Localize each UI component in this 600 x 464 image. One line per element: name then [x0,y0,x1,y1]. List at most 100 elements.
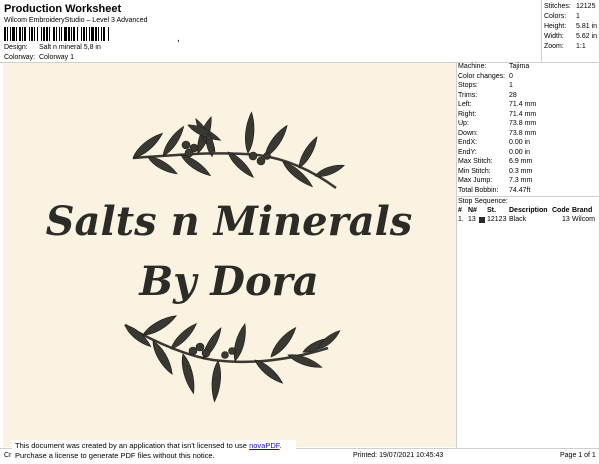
stat-row: Stitches: 12125 [544,3,600,13]
stat-label: Height: [544,23,567,30]
col-header-num: # [458,207,462,214]
stat-row: Zoom: 1:1 [544,43,600,53]
info-value: 6.9 mm [509,158,533,165]
embroidery-artwork: Salts n Minerals By Dora [46,111,413,403]
cell-description: Black [509,216,527,223]
bottom-branch [121,311,343,403]
info-label: Max Stitch: [458,158,493,165]
info-label: Machine: [458,63,487,70]
info-value: 0 [509,72,513,80]
stop-sequence-title: Stop Sequence: [458,198,508,205]
stat-label: Width: [544,33,564,40]
info-label: Stops: [458,82,478,89]
info-row: Color changes: 0 [458,73,600,83]
notice-period: . [279,441,282,450]
info-value: 73.8 mm [509,129,537,137]
novapdf-link[interactable]: novaPDF [249,441,279,450]
stat-label: Stitches: [544,3,571,10]
info-value: 0.00 in [509,139,531,146]
stat-value: 12125 [576,3,596,10]
info-row: Up: 73.8 mm [458,120,600,130]
divider [456,62,457,449]
info-value: 73.8 mm [509,120,537,127]
col-header-st: St. [487,207,496,214]
divider [541,0,542,62]
stat-value: 5.81 in [576,23,598,30]
info-row: Right: 71.4 mm [458,111,600,121]
notice-text: This document was created by an applicat… [15,441,250,450]
stat-value: 5.62 in [576,33,598,40]
cell-n: 13 [468,216,476,223]
design-row: Design: Salt n mineral 5,8 in [4,44,101,51]
info-value: 71.4 mm [509,101,537,108]
col-header-code: Code [552,207,570,214]
page-title: Production Worksheet [4,3,122,15]
info-row: Stops: 1 [458,82,600,92]
info-row: Max Stitch: 6.9 mm [458,158,600,168]
info-row: Min Stitch: 0.3 mm [458,168,600,178]
artwork-line1: Salts n Minerals [46,198,413,245]
info-row: EndY: 0.00 in [458,149,600,159]
info-value: 71.4 mm [509,110,537,118]
stat-row: Width: 5.62 in [544,33,600,43]
info-label: EndX: [458,139,478,146]
design-stats: Stitches: 12125 Colors: 1 Height: 5.81 in W… [544,3,600,53]
page-number: Page 1 of 1 [560,452,596,459]
info-row: Max Jump: 7.3 mm [458,177,600,187]
info-row: Trims: 28 [458,92,600,102]
barcode-bar [109,27,110,41]
printed-timestamp: Printed: 19/07/2021 10:45:43 [353,452,444,459]
footer-left: Cr [4,452,12,459]
info-label: Max Jump: [458,177,493,184]
design-value: Salt n mineral 5,8 in [39,44,101,51]
info-label: EndY: [458,148,477,156]
colorway-label: Colorway: [4,54,36,61]
table-row: 1. 13 12123 Black 13 Wilcom [458,216,600,225]
app-subtitle: Wilcom EmbroideryStudio – Level 3 Advanc… [4,17,148,24]
cell-brand: Wilcom [572,216,595,223]
info-label: Up: [458,120,469,127]
machine-info-panel: Machine: Tajima Color changes: 0 Stops: 1 T… [458,63,600,196]
info-value: 0.00 in [509,148,531,156]
notice-line2: Purchase a license to generate PDF files… [15,451,215,460]
col-header-n: N# [468,207,477,214]
info-value: 7.3 mm [509,177,533,184]
colorway-value: Colorway 1 [39,54,75,61]
info-label: Trims: [458,91,478,99]
info-value: Tajima [509,63,530,70]
stat-value: 1:1 [576,43,586,50]
info-row: EndX: 0.00 in [458,139,600,149]
stat-row: Height: 5.81 in [544,23,600,33]
col-header-description: Description [509,207,548,214]
cell-code: 13 [562,216,570,223]
info-value: 0.3 mm [509,167,533,175]
info-value: 28 [509,91,517,99]
info-label: Total Bobbin: [458,186,499,194]
barcode [4,27,174,41]
info-value: 1 [509,82,513,89]
stat-value: 1 [576,13,580,20]
info-row: Total Bobbin: 74.47ft [458,187,600,197]
barcode-suffix: , [177,33,180,44]
top-branch [129,111,347,191]
artwork-line2: By Dora [138,258,318,305]
colorway-row: Colorway: Colorway 1 [4,54,74,61]
stop-sequence-header: # N# St. Description Code Brand [458,207,600,216]
info-label: Down: [458,129,478,137]
cell-num: 1. [458,216,464,223]
info-label: Right: [458,110,477,118]
divider [456,196,600,197]
col-header-brand: Brand [572,207,593,214]
info-row: Down: 73.8 mm [458,130,600,140]
info-label: Color changes: [458,72,506,80]
stat-row: Colors: 1 [544,13,600,23]
color-swatch [479,217,485,223]
info-label: Left: [458,101,472,108]
stat-label: Zoom: [544,43,564,50]
license-notice: This document was created by an applicat… [12,440,296,462]
info-row: Left: 71.4 mm [458,101,600,111]
info-value: 74.47ft [509,186,531,194]
notice-line1: This document was created by an applicat… [15,441,293,451]
design-preview: Salts n Minerals By Dora [3,63,456,447]
info-row: Machine: Tajima [458,63,600,73]
